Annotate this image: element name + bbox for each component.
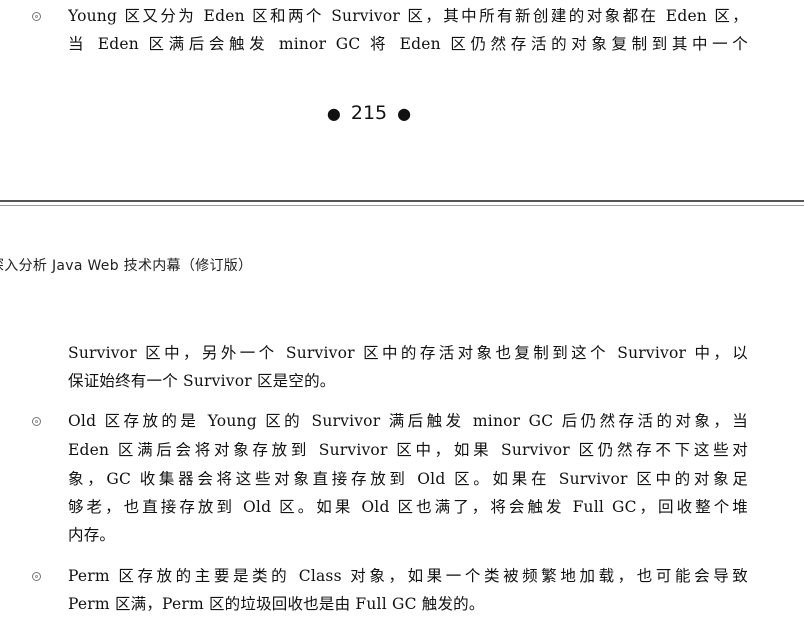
paragraph-line: Perm 区满，Perm 区的垃圾回收也是由 Full GC 触发的。 <box>68 595 485 613</box>
page-divider-rule <box>0 200 804 202</box>
bullet-icon <box>32 12 41 21</box>
paragraph-line: Old 区存放的是 Young 区的 Survivor 满后触发 minor G… <box>68 412 748 430</box>
bullet-icon <box>32 417 41 426</box>
page-number-dot-icon: ● <box>326 104 341 123</box>
paragraph-line: 象，GC 收集器会将这些对象直接存放到 Old 区。如果在 Survivor 区… <box>68 470 748 488</box>
paragraph-line: Survivor 区中，另外一个 Survivor 区中的存活对象也复制到这个 … <box>68 344 748 362</box>
page-number-value: 215 <box>350 102 388 124</box>
bullet-icon <box>32 572 41 581</box>
paragraph-line: 够老，也直接存放到 Old 区。如果 Old 区也满了，将会触发 Full GC… <box>68 498 748 516</box>
paragraph-line: Perm 区存放的主要是类的 Class 对象，如果一个类被频繁地加载，也可能会… <box>68 567 748 585</box>
page-number: ● 215 ● <box>0 102 738 124</box>
paragraph-line: 内存。 <box>68 526 116 544</box>
paragraph-line: Young 区又分为 Eden 区和两个 Survivor 区，其中所有新创建的… <box>68 7 748 25</box>
paragraph-line: 保证始终有一个 Survivor 区是空的。 <box>68 372 336 390</box>
page-number-dot-icon: ● <box>397 104 412 123</box>
paragraph-line: 当 Eden 区满后会触发 minor GC 将 Eden 区仍然存活的对象复制… <box>68 35 748 53</box>
book-page-spread: Young 区又分为 Eden 区和两个 Survivor 区，其中所有新创建的… <box>0 0 804 623</box>
paragraph-line: Eden 区满后会将对象存放到 Survivor 区中，如果 Survivor … <box>68 441 748 459</box>
running-header: 深入分析 Java Web 技术内幕（修订版） <box>0 258 253 274</box>
page-divider-rule <box>0 205 804 206</box>
